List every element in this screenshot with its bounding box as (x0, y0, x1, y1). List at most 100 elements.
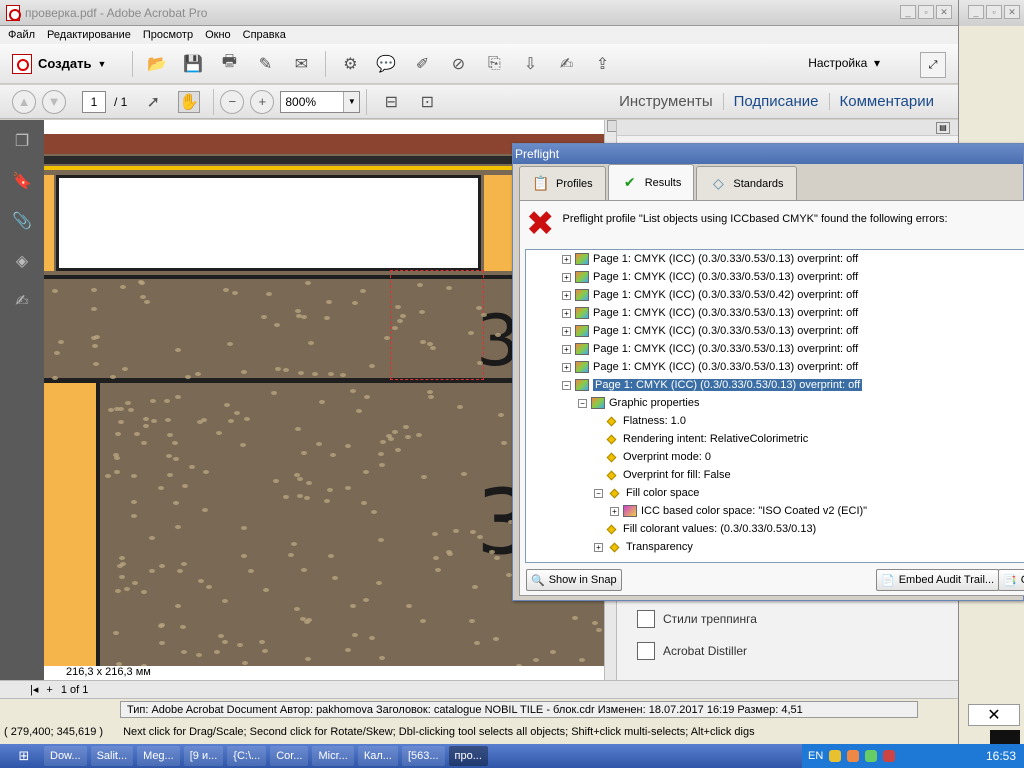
close-button[interactable]: ✕ (936, 5, 952, 19)
expand-icon[interactable]: + (562, 362, 571, 372)
bookmark-icon[interactable]: 🔖 (11, 170, 33, 192)
taskbar-item[interactable]: [9 и... (183, 746, 224, 766)
fit-width-icon[interactable]: ⊡ (416, 91, 438, 113)
email-icon[interactable]: ✉ (290, 53, 312, 75)
menu-file[interactable]: Файл (8, 29, 35, 41)
expand-icon[interactable]: + (562, 254, 571, 264)
tree-row[interactable]: + Page 1: CMYK (ICC) (0.3/0.33/0.53/0.13)… (562, 268, 858, 286)
menu-window[interactable]: Окно (205, 29, 231, 41)
expand-icon[interactable]: + (610, 506, 619, 516)
setup-menu[interactable]: Настройка ▾ (808, 56, 880, 70)
fit-page-icon[interactable]: ⊟ (380, 91, 402, 113)
taskbar-item[interactable]: {C:\... (227, 746, 267, 766)
tree-property[interactable]: Flatness: 1.0 (604, 412, 686, 430)
menu-edit[interactable]: Редактирование (47, 29, 131, 41)
tab-tools[interactable]: Инструменты (609, 93, 723, 110)
tree-row[interactable]: + Page 1: CMYK (ICC) (0.3/0.33/0.53/0.13)… (562, 304, 858, 322)
show-in-snap-button[interactable]: 🔍 Show in Snap (526, 569, 622, 591)
create-report-button[interactable]: 📑Cr (998, 569, 1024, 591)
tab-profiles[interactable]: 📋 Profiles (519, 166, 606, 200)
expand-icon[interactable]: + (562, 290, 571, 300)
taskbar-item[interactable]: Salit... (90, 746, 134, 766)
tree-fill-colorant[interactable]: Fill colorant values: (0.3/0.33/0.53/0.1… (604, 520, 816, 538)
minimize-button[interactable]: _ (900, 5, 916, 19)
expand-icon[interactable]: + (562, 272, 571, 282)
signature-icon[interactable]: ✍ (11, 290, 33, 312)
menu-help[interactable]: Справка (243, 29, 286, 41)
edit-icon[interactable]: ✎ (254, 53, 276, 75)
print-icon[interactable]: 🖶 (218, 53, 240, 75)
upload-icon[interactable]: ⇪ (591, 53, 613, 75)
tool-trapping-styles[interactable]: Стили треппинга (637, 610, 757, 628)
panel-menu-icon[interactable]: ▤ (936, 122, 950, 134)
horizontal-scrollbar[interactable]: |◂ + 1 of 1 (0, 680, 958, 698)
page-number-input[interactable]: 1 (82, 90, 106, 113)
tree-property[interactable]: Overprint for fill: False (604, 466, 731, 484)
minimize-button-2[interactable]: _ (968, 5, 984, 19)
taskbar-item[interactable]: Meg... (137, 746, 180, 766)
add-page-icon[interactable]: + (46, 684, 52, 696)
stamp-icon[interactable]: ⇩ (519, 53, 541, 75)
tab-sign[interactable]: Подписание (722, 93, 829, 110)
tool-acrobat-distiller[interactable]: Acrobat Distiller (637, 642, 747, 660)
first-page-icon[interactable]: |◂ (30, 683, 38, 696)
tray-icon[interactable] (865, 750, 878, 762)
taskbar-item[interactable]: про... (448, 746, 488, 766)
taskbar-item[interactable]: [563... (401, 746, 445, 766)
open-folder-icon[interactable]: 📂 (146, 53, 168, 75)
selection-box[interactable] (390, 270, 484, 380)
tree-row[interactable]: + Page 1: CMYK (ICC) (0.3/0.33/0.53/0.13)… (562, 322, 858, 340)
tree-icc[interactable]: + ICC based color space: "ISO Coated v2 (… (610, 502, 867, 520)
create-button[interactable]: Создать ▼ (12, 53, 106, 74)
close-x-icon[interactable]: ✕ (968, 704, 1020, 726)
next-page-button[interactable]: ▼ (42, 89, 66, 114)
sign-icon[interactable]: ✍ (555, 53, 577, 75)
expand-icon[interactable]: + (594, 542, 603, 552)
close-button-2[interactable]: ✕ (1004, 5, 1020, 19)
expand-icon[interactable]: − (562, 380, 571, 390)
expand-icon[interactable]: − (594, 488, 603, 498)
pages-icon[interactable]: ❐ (11, 130, 33, 152)
taskbar-item[interactable]: Кал... (357, 746, 398, 766)
attach-icon[interactable]: ⎘ (483, 53, 505, 75)
expand-icon[interactable]: ⤢ (920, 52, 946, 78)
tree-row[interactable]: − Page 1: CMYK (ICC) (0.3/0.33/0.53/0.13)… (562, 376, 863, 394)
hand-tool-icon[interactable]: ✋ (178, 90, 201, 113)
tree-graphic-properties[interactable]: − Graphic properties (578, 394, 700, 412)
comment-icon[interactable]: 💬 (375, 53, 397, 75)
link-icon[interactable]: ⊘ (447, 53, 469, 75)
embed-audit-trail-button[interactable]: 📄 Embed Audit Trail... (876, 569, 1000, 591)
tray-icon[interactable] (883, 750, 896, 762)
expand-icon[interactable]: + (562, 308, 571, 318)
tree-property[interactable]: Rendering intent: RelativeColorimetric (604, 430, 808, 448)
expand-icon[interactable]: + (562, 326, 571, 336)
save-icon[interactable]: 💾 (182, 53, 204, 75)
maximize-button[interactable]: ▫ (918, 5, 934, 19)
taskbar-item[interactable]: Dow... (44, 746, 87, 766)
zoom-out-button[interactable]: − (220, 89, 245, 114)
expand-icon[interactable]: − (578, 398, 587, 408)
zoom-in-button[interactable]: + (250, 89, 275, 114)
attachment-icon[interactable]: 📎 (11, 210, 33, 232)
tray-icon[interactable] (847, 750, 860, 762)
zoom-select[interactable]: 800% ▼ (280, 90, 361, 113)
language-indicator[interactable]: EN (808, 750, 823, 762)
prev-page-button[interactable]: ▲ (12, 89, 36, 114)
start-button[interactable]: ⊞ (4, 746, 44, 766)
expand-icon[interactable]: + (562, 344, 571, 354)
layers-icon[interactable]: ◈ (11, 250, 33, 272)
menu-view[interactable]: Просмотр (143, 29, 193, 41)
tab-standards[interactable]: ◇ Standards (696, 166, 797, 200)
tree-property[interactable]: Overprint mode: 0 (604, 448, 711, 466)
taskbar-item[interactable]: Micr... (312, 746, 354, 766)
taskbar-item[interactable]: Cor... (270, 746, 309, 766)
tray-icon[interactable] (829, 750, 842, 762)
tab-comments[interactable]: Комментарии (828, 93, 944, 110)
tree-transparency[interactable]: + Transparency (594, 538, 693, 556)
results-tree[interactable]: + Page 1: CMYK (ICC) (0.3/0.33/0.53/0.13)… (525, 249, 1024, 563)
tree-row[interactable]: + Page 1: CMYK (ICC) (0.3/0.33/0.53/0.42)… (562, 286, 858, 304)
tab-results[interactable]: ✔ Results (607, 164, 695, 200)
tree-property[interactable]: − Fill color space (594, 484, 699, 502)
highlight-icon[interactable]: ✐ (411, 53, 433, 75)
gear-icon[interactable]: ⚙ (339, 53, 361, 75)
